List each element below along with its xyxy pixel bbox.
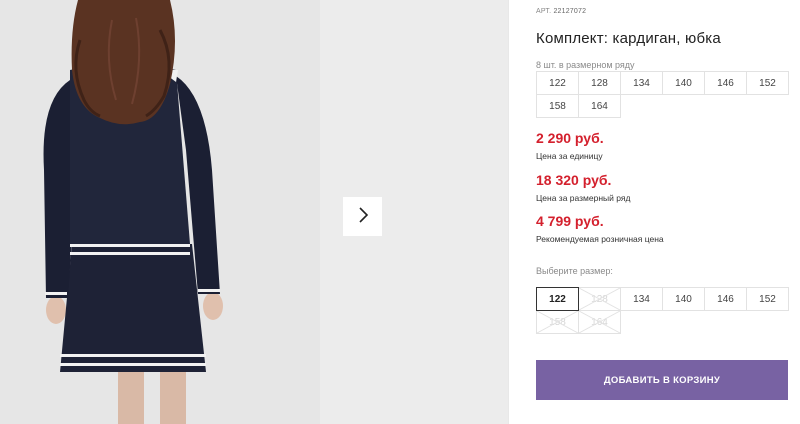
size-selector: 122 128 134 140 146 152 xyxy=(536,287,789,311)
retail-price-label: Рекомендуемая розничная цена xyxy=(536,234,664,244)
strikethrough-icon xyxy=(537,311,578,333)
size-option-122[interactable]: 122 xyxy=(536,287,579,311)
size-option-134[interactable]: 134 xyxy=(620,287,663,311)
size-row-cell: 122 xyxy=(536,71,579,95)
size-row-cell: 128 xyxy=(578,71,621,95)
size-row-price-label: Цена за размерный ряд xyxy=(536,193,631,203)
gallery-next-button[interactable] xyxy=(343,197,382,236)
product-info-panel: АРТ. 22127072 Комплект: кардиган, юбка 8… xyxy=(536,0,792,424)
product-photo-illustration xyxy=(0,0,320,424)
product-title: Комплект: кардиган, юбка xyxy=(536,30,721,47)
sku-value: 22127072 xyxy=(553,8,587,15)
size-row-cell: 158 xyxy=(536,94,579,118)
size-row-price: 18 320 руб. xyxy=(536,172,612,188)
size-selector-2: 158 164 xyxy=(536,310,621,334)
choose-size-caption: Выберите размер: xyxy=(536,266,613,276)
size-option-128: 128 xyxy=(578,287,621,311)
size-option-146[interactable]: 146 xyxy=(704,287,747,311)
product-gallery xyxy=(0,0,508,424)
retail-price: 4 799 руб. xyxy=(536,213,604,229)
strikethrough-icon xyxy=(579,288,620,310)
size-option-158: 158 xyxy=(536,310,579,334)
unit-price: 2 290 руб. xyxy=(536,130,604,146)
size-row-grid-2: 158 164 xyxy=(536,94,621,118)
product-photo[interactable] xyxy=(0,0,320,424)
strikethrough-icon xyxy=(579,311,620,333)
size-row-cell: 146 xyxy=(704,71,747,95)
size-row-cell: 152 xyxy=(746,71,789,95)
sku: АРТ. 22127072 xyxy=(536,8,586,15)
sku-label: АРТ. xyxy=(536,8,552,15)
size-row-grid: 122 128 134 140 146 152 xyxy=(536,71,789,95)
chevron-right-icon xyxy=(357,207,369,226)
size-row-cell: 140 xyxy=(662,71,705,95)
size-option-140[interactable]: 140 xyxy=(662,287,705,311)
add-to-cart-button[interactable]: ДОБАВИТЬ В КОРЗИНУ xyxy=(536,360,788,400)
divider xyxy=(508,0,509,424)
size-option-164: 164 xyxy=(578,310,621,334)
size-row-cell: 164 xyxy=(578,94,621,118)
size-option-152[interactable]: 152 xyxy=(746,287,789,311)
size-row-caption: 8 шт. в размерном ряду xyxy=(536,60,635,70)
size-row-cell: 134 xyxy=(620,71,663,95)
unit-price-label: Цена за единицу xyxy=(536,151,603,161)
